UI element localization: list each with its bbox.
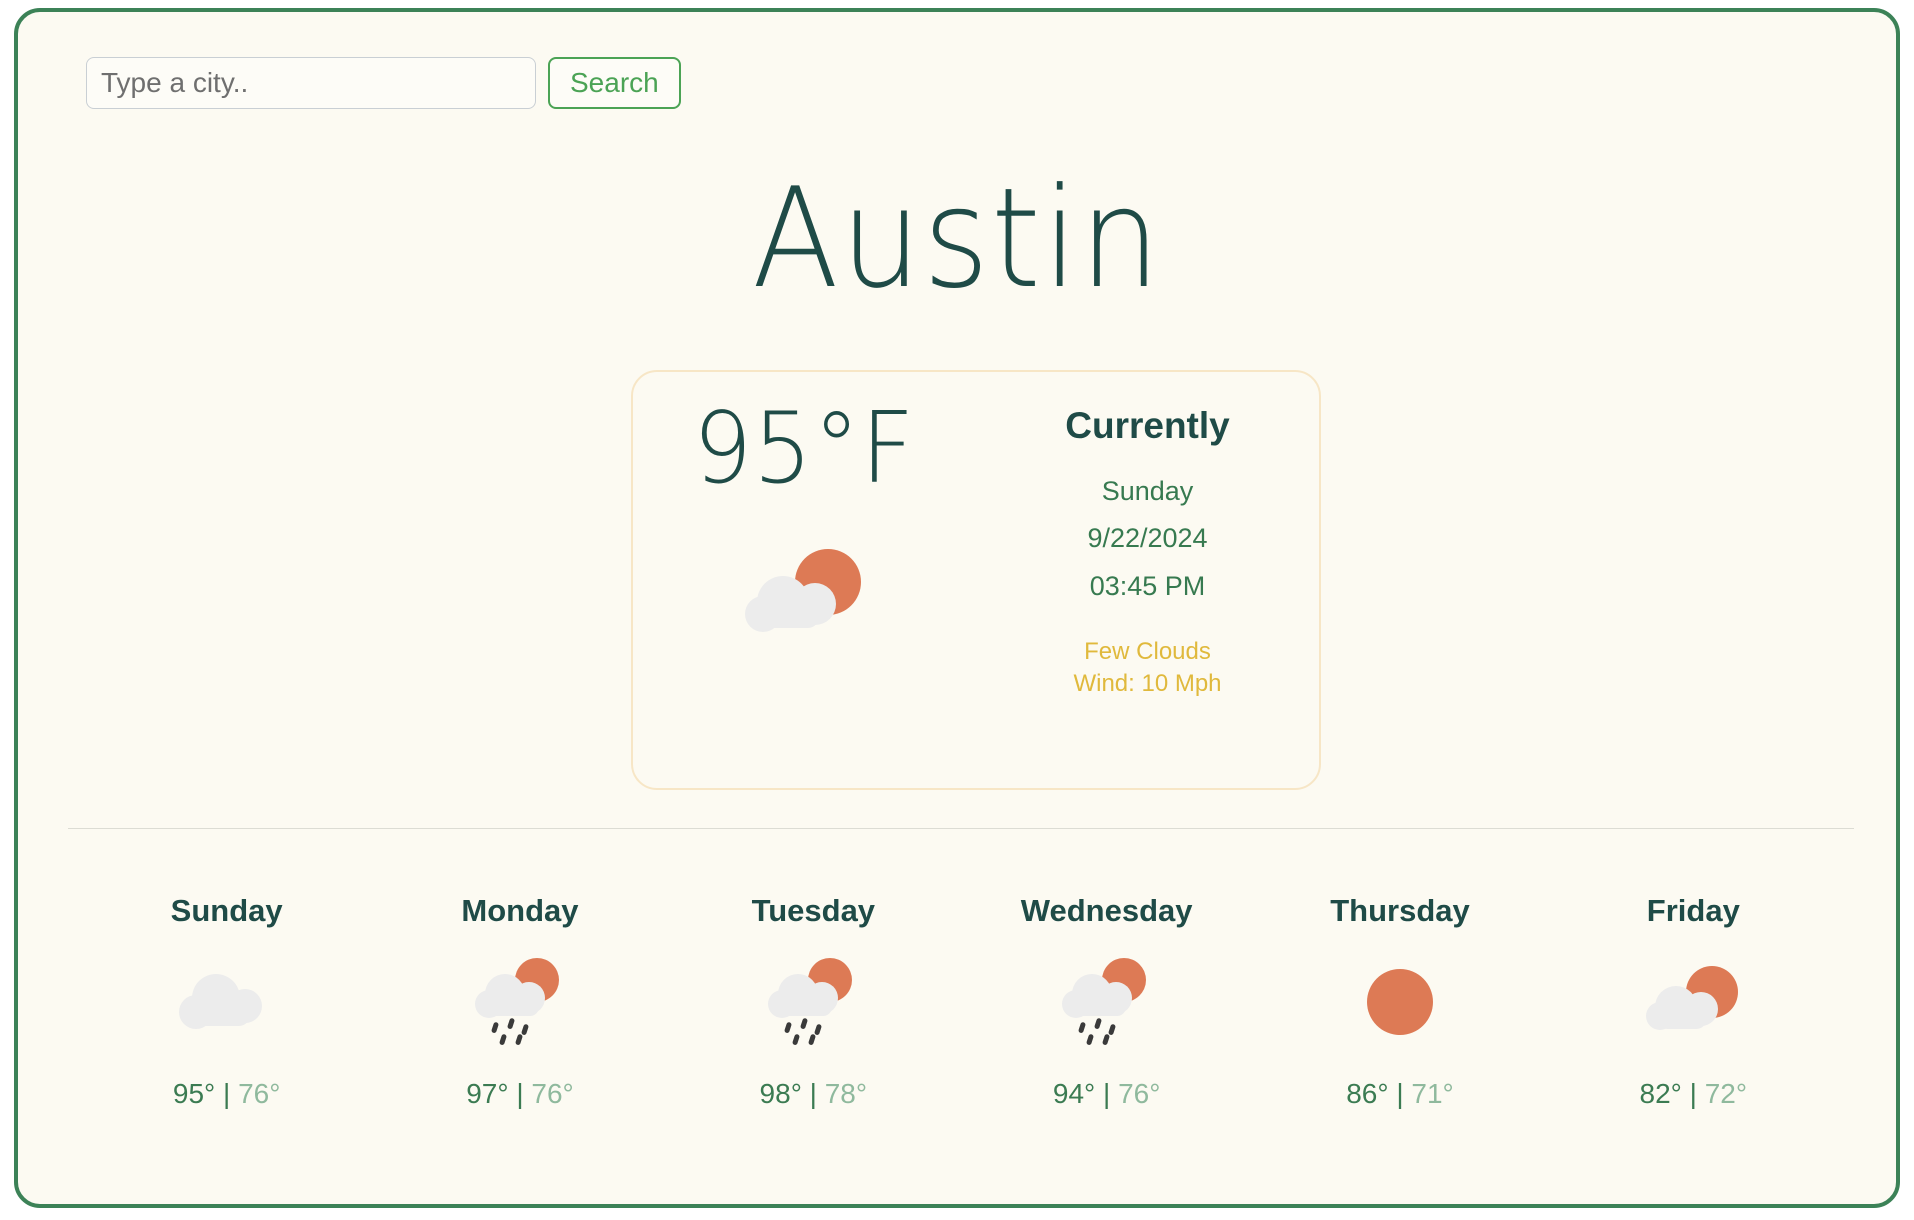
forecast-day-monday: Monday 97° | 76° bbox=[373, 892, 666, 1111]
forecast-high: 97° bbox=[466, 1078, 509, 1110]
forecast-day-wednesday: Wednesday 94° | 76° bbox=[960, 892, 1253, 1111]
temp-separator: | bbox=[223, 1078, 231, 1110]
forecast-temps: 94° | 76° bbox=[1053, 1077, 1161, 1111]
forecast-day-name: Wednesday bbox=[1020, 893, 1193, 928]
sun-cloud-rain-icon bbox=[465, 957, 575, 1047]
forecast-high: 82° bbox=[1639, 1078, 1682, 1110]
current-day: Sunday bbox=[1101, 476, 1194, 507]
forecast-day-name: Tuesday bbox=[751, 893, 876, 928]
forecast-high: 95° bbox=[172, 1078, 216, 1110]
temp-separator: | bbox=[1689, 1078, 1697, 1110]
forecast-day-friday: Friday 82° | 72° bbox=[1547, 892, 1840, 1111]
temp-separator: | bbox=[516, 1078, 524, 1110]
forecast-high: 94° bbox=[1052, 1078, 1096, 1110]
sun-cloud-rain-icon bbox=[758, 957, 868, 1047]
temp-separator: | bbox=[1396, 1078, 1404, 1110]
forecast-temps: 97° | 76° bbox=[466, 1077, 574, 1111]
forecast-temps: 82° | 72° bbox=[1640, 1077, 1748, 1111]
forecast-day-name: Monday bbox=[461, 893, 579, 928]
current-weather-card: 95°F Currently Sunday 9/22/2024 03:45 PM… bbox=[631, 370, 1321, 790]
current-details-block: Currently Sunday 9/22/2024 03:45 PM Few … bbox=[976, 372, 1319, 700]
cloud-icon bbox=[172, 957, 282, 1047]
forecast-day-name: Friday bbox=[1646, 893, 1740, 928]
forecast-low: 76° bbox=[1118, 1078, 1161, 1110]
forecast-temps: 95° | 76° bbox=[173, 1077, 281, 1111]
forecast-day-name: Thursday bbox=[1330, 893, 1470, 928]
search-bar: Search bbox=[86, 57, 681, 109]
current-condition: Few Clouds bbox=[1084, 637, 1211, 665]
sun-behind-cloud-icon bbox=[735, 544, 875, 649]
forecast-low: 78° bbox=[824, 1078, 868, 1110]
forecast-temps: 98° | 78° bbox=[760, 1077, 868, 1111]
section-divider bbox=[68, 828, 1854, 829]
current-time: 03:45 PM bbox=[1089, 570, 1206, 601]
sun-icon bbox=[1345, 957, 1455, 1047]
sun-cloud-rain-icon bbox=[1052, 957, 1162, 1047]
forecast-low: 76° bbox=[238, 1078, 281, 1110]
forecast-high: 98° bbox=[759, 1078, 802, 1110]
search-input[interactable] bbox=[86, 57, 536, 109]
current-wind: Wind: 10 Mph bbox=[1073, 670, 1222, 698]
forecast-day-name: Sunday bbox=[170, 893, 283, 928]
forecast-low: 71° bbox=[1411, 1078, 1454, 1110]
forecast-temps: 86° | 71° bbox=[1346, 1077, 1454, 1111]
forecast-day-tuesday: Tuesday 98° | 78° bbox=[667, 892, 960, 1111]
weather-app-container: Search Austin 95°F Currently Sunda bbox=[14, 8, 1900, 1208]
sun-behind-cloud-icon bbox=[1638, 957, 1748, 1047]
temp-separator: | bbox=[1103, 1078, 1111, 1110]
currently-heading: Currently bbox=[1065, 405, 1230, 446]
current-temperature: 95°F bbox=[693, 392, 916, 506]
forecast-row: Sunday 95° | 76° Monday 97° | 76° Tuesda… bbox=[80, 892, 1840, 1111]
page-title: Austin bbox=[751, 158, 1163, 319]
search-button[interactable]: Search bbox=[548, 57, 681, 109]
forecast-low: 76° bbox=[531, 1078, 574, 1110]
current-date: 9/22/2024 bbox=[1087, 523, 1208, 554]
temp-separator: | bbox=[809, 1078, 817, 1110]
forecast-day-thursday: Thursday 86° | 71° bbox=[1253, 892, 1546, 1111]
forecast-low: 72° bbox=[1704, 1078, 1748, 1110]
current-temperature-block: 95°F bbox=[633, 372, 976, 649]
forecast-day-sunday: Sunday 95° | 76° bbox=[80, 892, 373, 1111]
forecast-high: 86° bbox=[1346, 1078, 1389, 1110]
